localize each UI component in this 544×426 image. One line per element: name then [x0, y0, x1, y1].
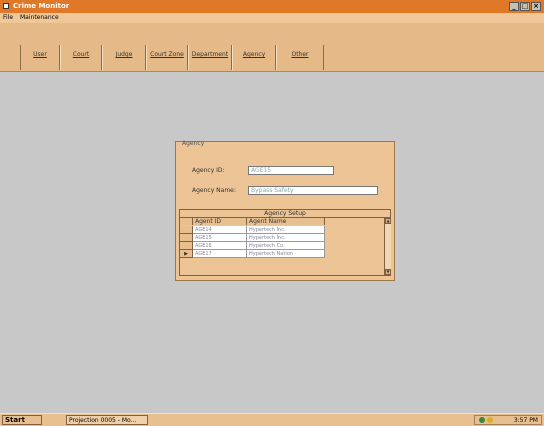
system-tray: 3:57 PM	[474, 415, 542, 425]
tray-volume-icon[interactable]	[487, 417, 493, 423]
app-icon	[3, 3, 9, 9]
court-button[interactable]: Court	[60, 45, 102, 70]
panel-title: Agency	[182, 140, 205, 147]
row-selector[interactable]	[180, 234, 193, 242]
maximize-icon[interactable]: □	[520, 2, 530, 11]
court-zone-button[interactable]: Court Zone	[146, 45, 188, 70]
agency-id-label: Agency ID:	[192, 167, 225, 174]
agent-name-cell[interactable]: Hypertech Inc.	[247, 234, 325, 242]
grid-caption: Agency Setup	[180, 210, 390, 218]
row-selector-header	[180, 218, 193, 225]
start-button[interactable]: Start	[2, 415, 42, 425]
taskbar: Start Projection 0005 - Mo... 3:57 PM	[0, 413, 544, 426]
scroll-down-icon[interactable]: ▼	[385, 269, 391, 275]
judge-button[interactable]: Judge	[102, 45, 146, 70]
minimize-icon[interactable]: _	[509, 2, 519, 11]
title-bar: Crime Monitor _ □ ×	[0, 0, 544, 13]
agency-name-field[interactable]: Bypass Safety	[248, 186, 378, 195]
grid-vertical-scrollbar[interactable]: ▲ ▼	[384, 218, 391, 275]
menu-bar: File Maintenance	[0, 13, 544, 23]
clock[interactable]: 3:57 PM	[514, 416, 538, 425]
department-button[interactable]: Department	[188, 45, 232, 70]
agent-name-cell[interactable]: Hypertech Inc.	[247, 226, 325, 234]
table-row[interactable]: ▶ AGE17 Hypertech Nation	[180, 250, 384, 258]
agency-id-field[interactable]: AGE15	[248, 166, 334, 175]
menu-file[interactable]: File	[3, 13, 13, 23]
table-row[interactable]: AGE16 Hypertech Co.	[180, 242, 384, 250]
row-selector-current[interactable]: ▶	[180, 250, 193, 258]
other-button[interactable]: Other	[276, 45, 324, 70]
toolbar: User Court Judge Court Zone Department A…	[0, 23, 544, 72]
agent-id-cell[interactable]: AGE16	[193, 242, 247, 250]
close-icon[interactable]: ×	[531, 2, 541, 11]
agent-name-cell[interactable]: Hypertech Nation	[247, 250, 325, 258]
tray-network-icon[interactable]	[479, 417, 485, 423]
table-row[interactable]: AGE14 Hypertech Inc.	[180, 226, 384, 234]
agency-panel: Agency Agency ID: AGE15 Agency Name: Byp…	[175, 140, 395, 281]
column-header-agent-name[interactable]: Agent Name	[247, 218, 325, 225]
user-button[interactable]: User	[20, 45, 60, 70]
menu-maintenance[interactable]: Maintenance	[20, 13, 59, 23]
scroll-up-icon[interactable]: ▲	[385, 218, 391, 224]
agency-grid: Agency Setup Agent ID Agent Name AGE14 H…	[179, 209, 391, 276]
agency-name-label: Agency Name:	[192, 187, 236, 194]
agent-id-cell[interactable]: AGE17	[193, 250, 247, 258]
agent-name-cell[interactable]: Hypertech Co.	[247, 242, 325, 250]
window-title: Crime Monitor	[13, 2, 70, 10]
taskbar-task-button[interactable]: Projection 0005 - Mo...	[66, 415, 148, 425]
table-row[interactable]: AGE15 Hypertech Inc.	[180, 234, 384, 242]
start-label: Start	[5, 416, 25, 424]
row-selector[interactable]	[180, 242, 193, 250]
agent-id-cell[interactable]: AGE14	[193, 226, 247, 234]
agent-id-cell[interactable]: AGE15	[193, 234, 247, 242]
agency-button[interactable]: Agency	[232, 45, 276, 70]
row-selector[interactable]	[180, 226, 193, 234]
window-controls: _ □ ×	[509, 2, 541, 11]
column-header-agent-id[interactable]: Agent ID	[193, 218, 247, 225]
